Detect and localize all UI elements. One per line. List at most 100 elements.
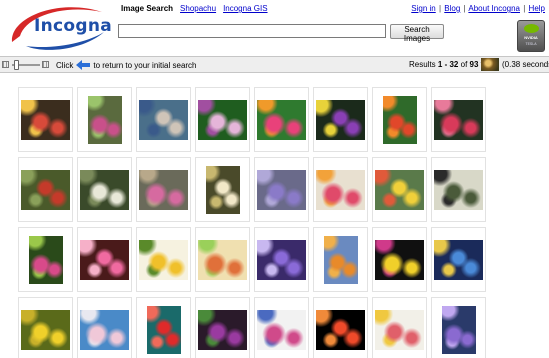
badge-line-1: NVIDIA <box>524 35 538 40</box>
product-nav: Image Search Shopachu Incogna GIS <box>121 4 268 13</box>
small-grid-icon[interactable] <box>2 61 9 68</box>
result-thumbnail[interactable] <box>372 87 427 152</box>
tree-branches-photo <box>434 169 483 210</box>
pink-orchid-photo <box>28 235 63 284</box>
paper-flowers-photo <box>375 309 424 350</box>
sign-in-link[interactable]: Sign in <box>411 4 435 13</box>
result-thumbnail[interactable] <box>431 227 486 292</box>
nvidia-tesla-badge[interactable]: NVIDIA TESLA <box>517 20 545 52</box>
result-thumbnail[interactable] <box>136 87 191 152</box>
orange-star-flower-photo <box>316 309 365 350</box>
colorful-flowers-photo <box>257 99 306 140</box>
nav-image-search: Image Search <box>121 4 174 13</box>
dark-flower-stem-photo <box>198 309 247 350</box>
account-links: Sign in | Blog | About Incogna | Help <box>411 4 545 13</box>
result-thumbnail[interactable] <box>136 297 191 358</box>
orange-red-flowers-photo <box>382 95 417 144</box>
result-thumbnail[interactable] <box>77 87 132 152</box>
red-rose-photo <box>146 305 181 354</box>
hint-suffix: to return to your initial search <box>93 60 197 70</box>
result-thumbnail[interactable] <box>195 157 250 222</box>
back-hint: Click to return to your initial search <box>56 60 197 70</box>
result-thumbnail[interactable] <box>372 157 427 222</box>
result-thumbnail[interactable] <box>77 227 132 292</box>
forest-flowers-photo <box>21 169 70 210</box>
result-thumbnail[interactable] <box>195 227 250 292</box>
greenhouse-flowers-photo <box>139 169 188 210</box>
blue-pink-blossoms-photo <box>80 309 129 350</box>
separator: | <box>463 4 466 13</box>
result-thumbnail[interactable] <box>195 87 250 152</box>
separator: | <box>523 4 526 13</box>
query-image-thumbnail[interactable] <box>481 58 499 71</box>
blue-violet-flower-photo <box>441 305 476 354</box>
back-arrow-icon[interactable] <box>76 60 91 70</box>
search-input[interactable] <box>118 24 386 38</box>
flower-garden-photo <box>87 95 122 144</box>
result-thumbnail[interactable] <box>313 87 368 152</box>
result-thumbnail[interactable] <box>254 227 309 292</box>
badge-line-2: TESLA <box>525 42 537 46</box>
flower-vase-photo <box>257 309 306 350</box>
pink-flower-photo <box>198 99 247 140</box>
incogna-logo[interactable]: Incogna <box>4 2 114 52</box>
cartoon-flowers-photo <box>375 239 424 280</box>
tulip-garden-photo <box>375 169 424 210</box>
large-grid-icon[interactable] <box>42 61 49 68</box>
search-images-button[interactable]: Search Images <box>390 24 444 43</box>
nav-link-shopachu[interactable]: Shopachu <box>180 4 216 13</box>
help-link[interactable]: Help <box>529 4 545 13</box>
result-thumbnail[interactable] <box>136 227 191 292</box>
result-thumbnail[interactable] <box>313 227 368 292</box>
hint-prefix: Click <box>56 60 74 70</box>
result-thumbnail[interactable] <box>18 87 73 152</box>
cream-roses-photo <box>205 165 240 214</box>
results-range: 1 - 32 <box>437 60 459 69</box>
separator: | <box>438 4 442 13</box>
nvidia-eye-icon <box>524 24 539 33</box>
results-prefix: Results <box>409 60 436 69</box>
pink-red-flowers-photo <box>434 99 483 140</box>
pink-lily-photo <box>80 239 129 280</box>
purple-yellow-flowers-photo <box>316 99 365 140</box>
result-thumbnail[interactable] <box>77 157 132 222</box>
purple-flowers-photo <box>257 239 306 280</box>
yellow-flower-bush-photo <box>21 309 70 350</box>
people-in-shop-photo <box>139 99 188 140</box>
blog-link[interactable]: Blog <box>444 4 460 13</box>
result-thumbnail[interactable] <box>431 157 486 222</box>
about-link[interactable]: About Incogna <box>468 4 520 13</box>
result-thumbnail[interactable] <box>136 157 191 222</box>
thumbnail-size-slider[interactable] <box>2 60 50 70</box>
result-thumbnail[interactable] <box>254 297 309 358</box>
logo-text: Incogna <box>34 16 113 36</box>
result-thumbnail[interactable] <box>18 227 73 292</box>
result-thumbnail[interactable] <box>254 157 309 222</box>
results-count: Results 1 - 32 of 93 for <box>409 60 490 69</box>
result-thumbnail[interactable] <box>313 157 368 222</box>
tulip-painting-photo <box>198 239 247 280</box>
result-thumbnail[interactable] <box>18 157 73 222</box>
results-total: 93 <box>469 60 479 69</box>
result-thumbnail[interactable] <box>313 297 368 358</box>
result-thumbnail[interactable] <box>195 297 250 358</box>
slider-thumb[interactable] <box>14 60 19 70</box>
tulips-bouquet-photo <box>316 169 365 210</box>
result-thumbnail[interactable] <box>18 297 73 358</box>
result-thumbnail[interactable] <box>431 87 486 152</box>
orange-field-photo <box>323 235 358 284</box>
white-blossoms-photo <box>80 169 129 210</box>
result-thumbnail[interactable] <box>372 227 427 292</box>
header: Incogna Image Search Shopachu Incogna GI… <box>0 0 549 56</box>
result-thumbnail[interactable] <box>77 297 132 358</box>
nav-link-incogna-gis[interactable]: Incogna GIS <box>223 4 267 13</box>
yellow-lilies-photo <box>139 239 188 280</box>
results-toolbar: Click to return to your initial search R… <box>0 56 549 73</box>
search-time: (0.38 seconds) <box>502 60 549 69</box>
result-thumbnail[interactable] <box>254 87 309 152</box>
krishna-painting-photo <box>434 239 483 280</box>
result-thumbnail[interactable] <box>372 297 427 358</box>
results-of: of <box>460 60 468 69</box>
flower-market-photo <box>21 99 70 140</box>
result-thumbnail[interactable] <box>431 297 486 358</box>
